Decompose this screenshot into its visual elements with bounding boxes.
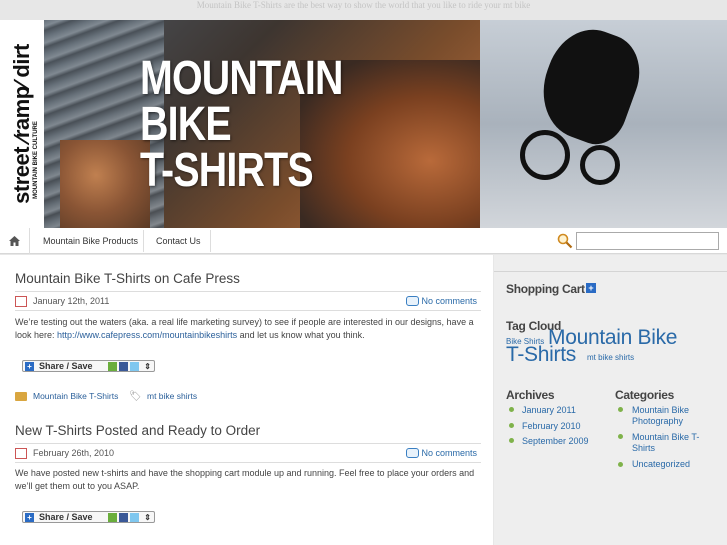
post-title[interactable]: New T-Shirts Posted and Ready to Order	[15, 423, 260, 438]
chevron-updown-icon: ⇕	[144, 513, 151, 522]
share-label: Share / Save	[39, 361, 93, 371]
home-button[interactable]	[0, 228, 30, 254]
main-navigation: Mountain Bike Products Contact Us	[0, 228, 727, 254]
bullet-icon	[509, 407, 514, 412]
categories-heading: Categories	[615, 388, 675, 402]
post-meta: February 26th, 2010 No comments	[15, 447, 481, 461]
post-title[interactable]: Mountain Bike T-Shirts on Cafe Press	[15, 271, 240, 286]
comments-link[interactable]: No comments	[421, 448, 477, 458]
search-input[interactable]	[576, 232, 719, 250]
home-icon	[9, 236, 20, 246]
facebook-icon	[119, 362, 128, 371]
divider	[15, 310, 481, 311]
post-date: February 26th, 2010	[33, 448, 115, 458]
twitter-icon	[130, 362, 139, 371]
banner-title-line: BIKE	[140, 98, 232, 151]
shopping-cart-heading: Shopping Cart	[506, 282, 585, 296]
chevron-updown-icon: ⇕	[144, 362, 151, 371]
tag-cloud-link[interactable]: mt bike shirts	[587, 353, 634, 362]
post-taxonomy: Mountain Bike T-Shirts 🏷 mt bike shirts	[15, 391, 481, 405]
bike-wheel	[520, 130, 570, 180]
site-logo[interactable]: street ∕ramp∕ dirt	[9, 44, 35, 204]
comment-icon[interactable]	[406, 448, 419, 458]
category-link[interactable]: Uncategorized	[632, 459, 712, 470]
share-label: Share / Save	[39, 512, 93, 522]
nav-divider	[210, 230, 211, 252]
plus-icon: +	[25, 362, 34, 371]
folder-icon	[15, 392, 27, 401]
tag-cloud-link[interactable]: T-Shirts	[506, 343, 576, 367]
bullet-icon	[618, 462, 623, 467]
calendar-icon	[15, 448, 27, 459]
divider	[15, 443, 481, 444]
email-share-icon	[108, 513, 117, 522]
banner-texture-dirt	[60, 140, 150, 228]
category-link[interactable]: Mountain Bike T-Shirts	[33, 391, 118, 401]
nav-item-contact-us[interactable]: Contact Us	[156, 228, 201, 254]
divider	[15, 291, 481, 292]
category-link[interactable]: Mountain Bike T-Shirts	[632, 432, 712, 454]
archives-heading: Archives	[506, 388, 555, 402]
facebook-icon	[119, 513, 128, 522]
site-header-banner: street ∕ramp∕ dirt MOUNTAIN BIKE CULTURE…	[0, 20, 727, 228]
divider	[15, 462, 481, 463]
comment-icon[interactable]	[406, 296, 419, 306]
nav-divider	[143, 230, 144, 252]
share-save-button[interactable]: + Share / Save ⇕	[22, 360, 155, 372]
nav-item-mountain-bike-products[interactable]: Mountain Bike Products	[43, 228, 138, 254]
post-meta: January 12th, 2011 No comments	[15, 295, 481, 309]
bullet-icon	[509, 423, 514, 428]
tag-icon: 🏷	[129, 391, 142, 402]
tag-link[interactable]: mt bike shirts	[147, 391, 197, 401]
cafepress-link[interactable]: http://www.cafepress.com/mountainbikeshi…	[57, 330, 237, 340]
bullet-icon	[509, 438, 514, 443]
bullet-icon	[618, 407, 623, 412]
banner-title-line: T-SHIRTS	[140, 144, 314, 197]
post-date: January 12th, 2011	[33, 296, 110, 306]
content-area: Mountain Bike T-Shirts on Cafe Press Jan…	[0, 255, 493, 545]
archive-link[interactable]: January 2011	[522, 405, 576, 416]
share-save-button[interactable]: + Share / Save ⇕	[22, 511, 155, 523]
archive-link[interactable]: February 2010	[522, 421, 581, 432]
email-share-icon	[108, 362, 117, 371]
post-body: We’re testing out the waters (aka. a rea…	[15, 316, 481, 342]
category-link[interactable]: Mountain Bike Photography	[632, 405, 712, 427]
divider	[494, 271, 727, 272]
plus-icon: +	[25, 513, 34, 522]
twitter-icon	[130, 513, 139, 522]
sidebar: Shopping Cart + Tag Cloud Bike Shirts Mo…	[494, 255, 727, 545]
comments-link[interactable]: No comments	[421, 296, 477, 306]
archive-link[interactable]: September 2009	[522, 436, 589, 447]
post-body-text: and let us know what you think.	[237, 330, 365, 340]
site-logo-subtitle: MOUNTAIN BIKE CULTURE	[33, 121, 39, 199]
banner-title-line: MOUNTAIN	[140, 52, 343, 105]
post-body: We have posted new t-shirts and have the…	[15, 468, 475, 491]
search-icon[interactable]	[557, 233, 573, 249]
cart-plus-icon[interactable]: +	[586, 283, 596, 293]
calendar-icon	[15, 296, 27, 307]
site-tagline: Mountain Bike T-Shirts are the best way …	[196, 0, 531, 10]
banner-title: MOUNTAIN BIKE T-SHIRTS	[140, 52, 343, 197]
bike-wheel	[580, 145, 620, 185]
bullet-icon	[618, 434, 623, 439]
logo-panel[interactable]: street ∕ramp∕ dirt MOUNTAIN BIKE CULTURE	[0, 20, 44, 228]
